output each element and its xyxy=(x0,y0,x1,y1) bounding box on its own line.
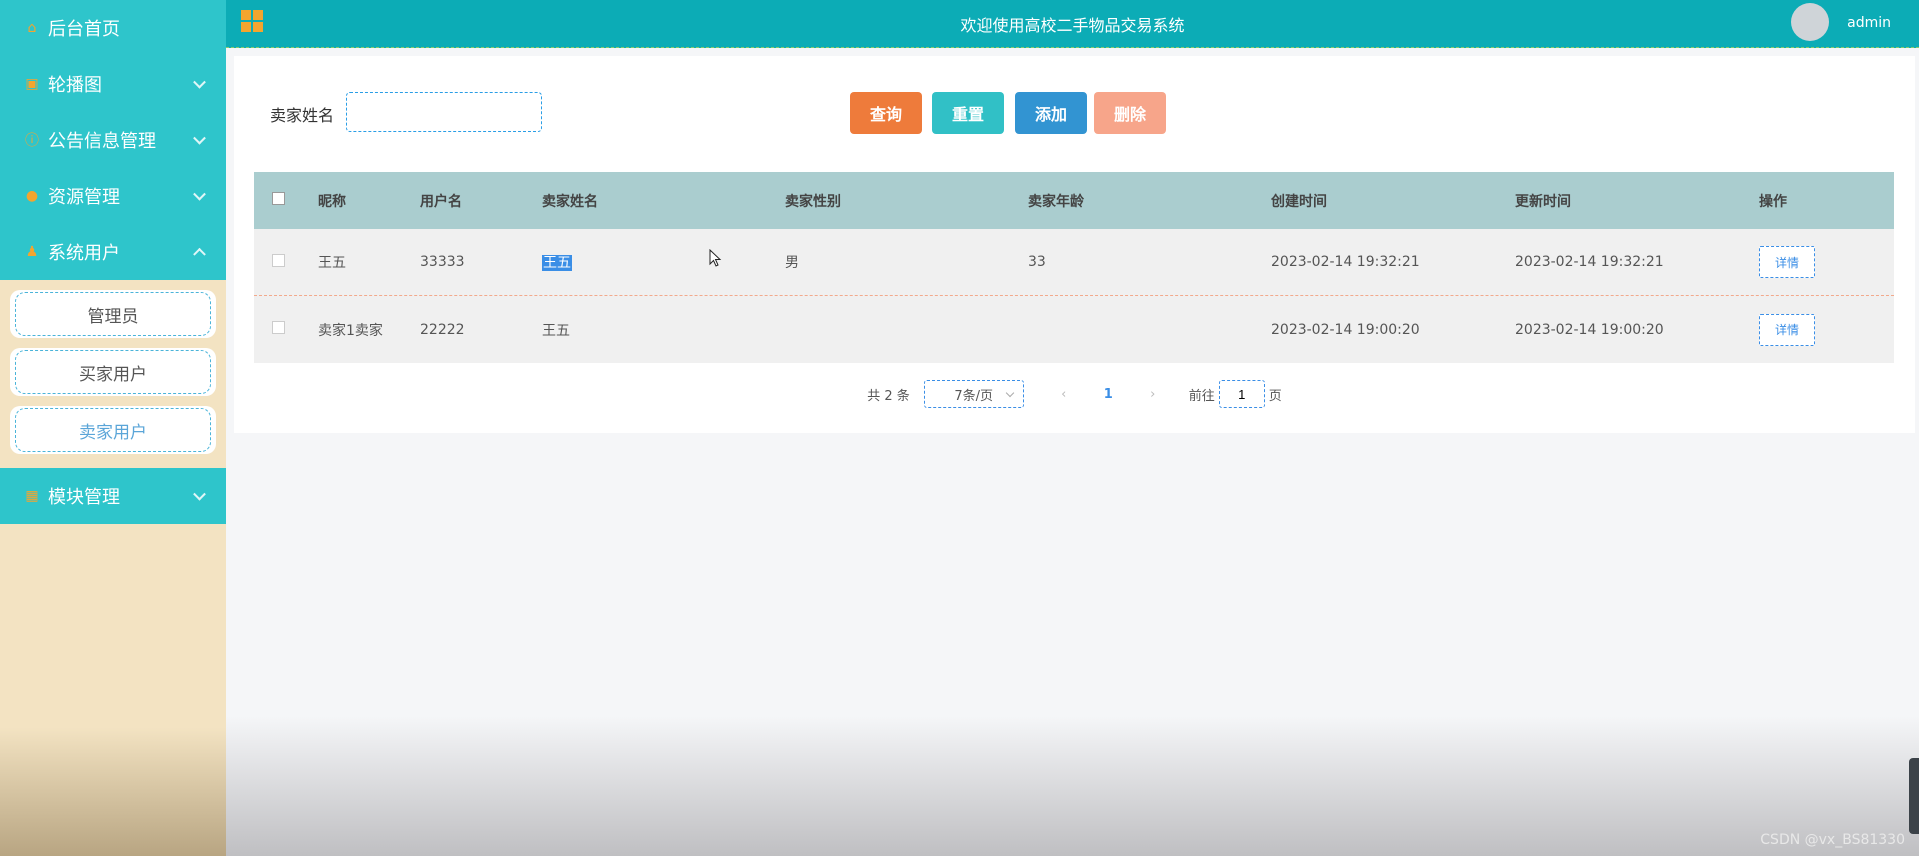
cell-username: 33333 xyxy=(420,254,465,270)
chevron-down-icon xyxy=(193,487,206,501)
pagination: 共 2 条 7条/页 ‹ 1 › 前往 页 xyxy=(234,380,1915,408)
delete-button[interactable]: 删除 xyxy=(1094,92,1166,134)
detail-button[interactable]: 详情 xyxy=(1759,313,1815,346)
column-header: 操作 xyxy=(1759,193,1787,210)
sidebar-item-label: 系统用户 xyxy=(48,243,120,264)
select-all-checkbox[interactable] xyxy=(272,192,285,205)
column-header: 卖家年龄 xyxy=(1028,193,1084,210)
sidebar-item-label: 轮播图 xyxy=(48,75,102,96)
avatar[interactable] xyxy=(1791,3,1829,41)
goto-label: 前往 xyxy=(1188,388,1215,404)
cell-seller-sex: 男 xyxy=(785,255,799,271)
column-header: 卖家性别 xyxy=(785,193,841,210)
cell-nickname: 王五 xyxy=(318,255,346,271)
next-page-icon[interactable]: › xyxy=(1143,387,1163,402)
cell-seller-name: 王五 xyxy=(542,322,570,339)
chevron-down-icon xyxy=(193,187,206,201)
side-scroll-tab[interactable] xyxy=(1909,758,1919,834)
cell-updated-time: 2023-02-14 19:00:20 xyxy=(1515,321,1664,338)
sidebar-item-notice[interactable]: ⓘ 公告信息管理 xyxy=(0,112,226,168)
sidebar-item-module[interactable]: ▦ 模块管理 xyxy=(0,468,226,524)
chevron-down-icon xyxy=(193,75,206,89)
column-header: 昵称 xyxy=(318,193,346,210)
sidebar-item-system-user[interactable]: ♟ 系统用户 xyxy=(0,224,226,280)
chevron-down-icon xyxy=(1005,388,1014,398)
submenu-item-label: 卖家用户 xyxy=(15,408,211,452)
page-title: 欢迎使用高校二手物品交易系统 xyxy=(960,16,1185,35)
prev-page-icon[interactable]: ‹ xyxy=(1054,387,1074,402)
sidebar-item-label: 后台首页 xyxy=(48,19,120,40)
table-row: 卖家1卖家 22222 王五 2023-02-14 19:00:20 2023-… xyxy=(254,296,1894,363)
seller-name-input[interactable] xyxy=(346,92,542,132)
location-icon: ● xyxy=(25,188,39,204)
sidebar-item-label: 公告信息管理 xyxy=(48,131,156,152)
cell-seller-age: 33 xyxy=(1028,254,1046,270)
watermark: CSDN @vx_BS81330 xyxy=(1760,832,1905,848)
submenu-item-label: 买家用户 xyxy=(15,350,211,394)
submenu-item-admin[interactable]: 管理员 xyxy=(10,290,216,338)
pagination-total: 共 2 条 xyxy=(867,388,910,404)
row-checkbox[interactable] xyxy=(272,321,285,334)
goto-page-input[interactable] xyxy=(1218,380,1265,408)
seller-table: 昵称 用户名 卖家姓名 卖家性别 卖家年龄 创建时间 更新时间 操作 王五 33… xyxy=(254,172,1894,363)
sidebar-item-carousel[interactable]: ▣ 轮播图 xyxy=(0,56,226,112)
reset-button[interactable]: 重置 xyxy=(932,92,1004,134)
page-suffix: 页 xyxy=(1268,388,1282,404)
table-header: 昵称 用户名 卖家姓名 卖家性别 卖家年龄 创建时间 更新时间 操作 xyxy=(254,172,1894,229)
column-header: 卖家姓名 xyxy=(542,193,598,210)
mouse-cursor-icon xyxy=(709,249,722,267)
page-size-select[interactable]: 7条/页 xyxy=(923,380,1024,408)
cell-nickname: 卖家1卖家 xyxy=(318,322,383,339)
row-checkbox[interactable] xyxy=(272,253,285,267)
column-header: 用户名 xyxy=(420,193,462,210)
chevron-up-icon xyxy=(193,247,206,261)
column-header-sortable[interactable]: 创建时间 xyxy=(1271,191,1515,211)
sidebar-item-home[interactable]: ⌂ 后台首页 xyxy=(0,0,226,56)
column-header-sortable[interactable]: 更新时间 xyxy=(1515,191,1759,211)
sidebar-item-resource[interactable]: ● 资源管理 xyxy=(0,168,226,224)
sidebar: ⌂ 后台首页 ▣ 轮播图 ⓘ 公告信息管理 ● 资源管理 ♟ 系统用户 管理员 … xyxy=(0,0,226,856)
grid-icon: ▦ xyxy=(25,488,39,504)
submenu-item-seller[interactable]: 卖家用户 xyxy=(10,406,216,454)
search-label: 卖家姓名 xyxy=(270,106,335,125)
sidebar-item-label: 模块管理 xyxy=(48,487,120,508)
page-size-value: 7条/页 xyxy=(954,388,994,404)
detail-button[interactable]: 详情 xyxy=(1759,246,1815,278)
bottom-shade xyxy=(226,716,1919,856)
info-icon: ⓘ xyxy=(25,133,39,149)
add-button[interactable]: 添加 xyxy=(1015,92,1087,134)
top-header: 欢迎使用高校二手物品交易系统 admin xyxy=(226,0,1919,48)
chevron-down-icon xyxy=(193,131,206,145)
cell-created-time: 2023-02-14 19:32:21 xyxy=(1271,254,1420,270)
system-user-submenu: 管理员 买家用户 卖家用户 xyxy=(0,280,226,468)
main-panel: 卖家姓名 查询 重置 添加 删除 昵称 用户名 卖家姓名 卖家性别 卖家年龄 创… xyxy=(234,56,1915,433)
cell-seller-name: 王五 xyxy=(542,255,572,271)
home-icon: ⌂ xyxy=(27,20,37,36)
user-icon: ♟ xyxy=(25,244,39,260)
query-button[interactable]: 查询 xyxy=(850,92,922,134)
submenu-item-buyer[interactable]: 买家用户 xyxy=(10,348,216,396)
user-name[interactable]: admin xyxy=(1847,15,1891,31)
image-icon: ▣ xyxy=(25,76,39,92)
cell-username: 22222 xyxy=(420,321,465,338)
submenu-item-label: 管理员 xyxy=(15,292,211,336)
cell-created-time: 2023-02-14 19:00:20 xyxy=(1271,321,1420,338)
table-row: 王五 33333 王五 男 33 2023-02-14 19:32:21 202… xyxy=(254,229,1894,296)
sidebar-item-label: 资源管理 xyxy=(48,187,120,208)
current-page[interactable]: 1 xyxy=(1104,387,1113,402)
cell-updated-time: 2023-02-14 19:32:21 xyxy=(1515,254,1664,270)
